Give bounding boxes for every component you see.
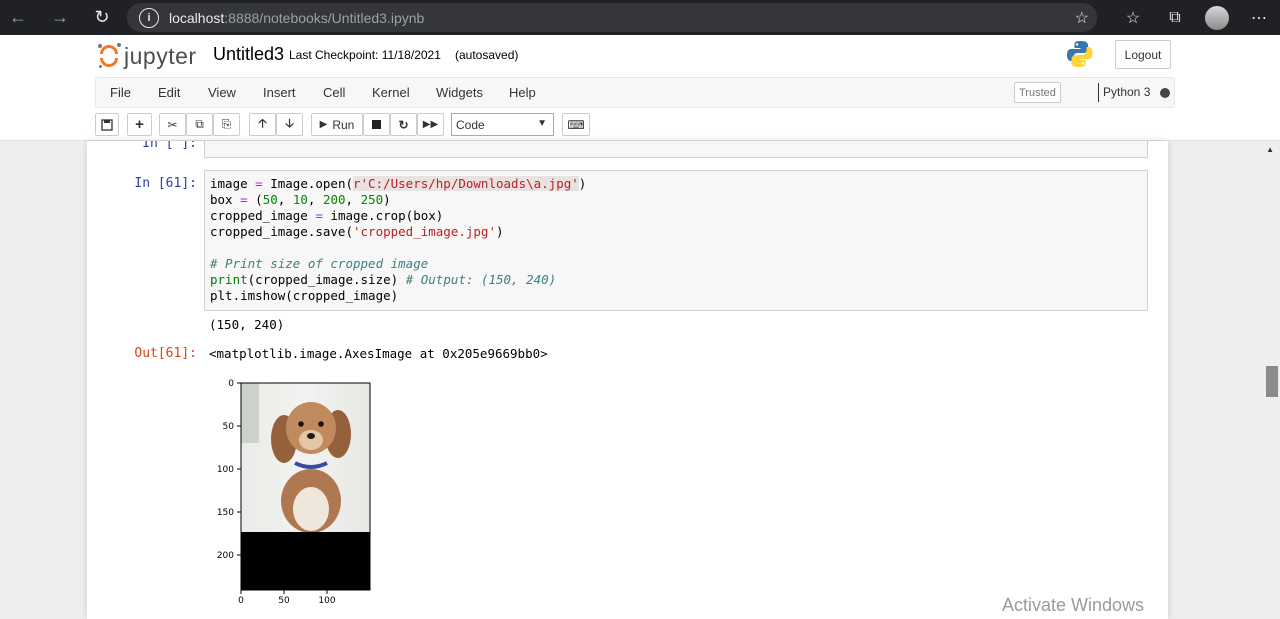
imshow-plot: 0 50 100 150 200 0 50 100: [217, 379, 371, 606]
y-tick-50: 50: [223, 422, 235, 432]
paste-icon: ⎘: [221, 117, 232, 131]
cut-button[interactable]: ✂: [159, 113, 186, 136]
plus-icon: +: [135, 116, 144, 133]
jupyter-header: jupyter Untitled3 Last Checkpoint: 11/18…: [0, 35, 1280, 141]
y-tick-100: 100: [217, 465, 234, 475]
x-tick-100: 100: [318, 596, 335, 606]
autosave-status: (autosaved): [455, 48, 519, 62]
favorites-icon[interactable]: ☆: [1112, 8, 1154, 28]
url-host: localhost: [169, 9, 225, 26]
address-bar[interactable]: i localhost:8888/notebooks/Untitled3.ipy…: [127, 3, 1097, 32]
notebook-container: In [ ]: In [61]: image = Image.open(r'C:…: [87, 141, 1168, 619]
reload-icon[interactable]: ↻: [84, 0, 120, 35]
trusted-indicator[interactable]: Trusted: [1014, 82, 1061, 103]
move-down-button[interactable]: 🡣: [276, 113, 303, 136]
cell-type-value: Code: [456, 117, 485, 132]
paste-button[interactable]: ⎘: [213, 113, 240, 136]
black-padding-region: [241, 532, 370, 590]
logout-button[interactable]: Logout: [1115, 40, 1171, 69]
save-button[interactable]: [95, 113, 119, 136]
save-icon: [101, 118, 113, 131]
run-label: Run: [332, 117, 355, 132]
code-line-3: cropped_image = image.crop(box): [210, 208, 444, 223]
prev-cell-input[interactable]: [204, 141, 1148, 158]
x-tick-0: 0: [238, 596, 244, 606]
stop-icon: [372, 120, 381, 129]
more-menu-icon[interactable]: ⋯: [1238, 8, 1280, 28]
y-tick-0: 0: [228, 379, 234, 389]
x-tick-50: 50: [278, 596, 290, 606]
cell-prompt-out: Out[61]:: [134, 346, 197, 361]
cropped-image: [241, 383, 370, 533]
code-line-4: cropped_image.save('cropped_image.jpg'): [210, 224, 504, 239]
scissors-icon: ✂: [167, 117, 178, 132]
collections-icon[interactable]: ⧉: [1154, 9, 1196, 27]
notebook-title[interactable]: Untitled3: [213, 44, 284, 65]
scroll-up-arrow-icon[interactable]: ▲: [1266, 145, 1274, 154]
logo-text: jupyter: [124, 42, 197, 69]
add-favorite-icon[interactable]: ☆: [1075, 8, 1089, 28]
url-path: :8888/notebooks/Untitled3.ipynb: [224, 9, 425, 26]
menu-view[interactable]: View: [208, 85, 236, 100]
jupyter-logo-icon: [98, 43, 121, 69]
y-tick-200: 200: [217, 551, 234, 561]
code-line-8: plt.imshow(cropped_image): [210, 288, 399, 303]
move-up-button[interactable]: 🡡: [249, 113, 276, 136]
code-cell-input[interactable]: image = Image.open(r'C:/Users/hp/Downloa…: [204, 170, 1148, 311]
python-logo-icon: [1067, 41, 1093, 67]
code-line-2: box = (50, 10, 200, 250): [210, 192, 391, 207]
site-info-icon[interactable]: i: [139, 7, 159, 28]
arrow-up-icon: 🡡: [258, 116, 267, 130]
fast-forward-icon: ▶▶: [422, 119, 439, 130]
restart-button[interactable]: ↻: [390, 113, 417, 136]
insert-cell-button[interactable]: +: [127, 113, 152, 136]
menu-cell[interactable]: Cell: [323, 85, 345, 100]
run-button[interactable]: ▶ Run: [311, 113, 363, 136]
kernel-name[interactable]: Python 3: [1103, 85, 1150, 99]
y-tick-150: 150: [217, 508, 234, 518]
keyboard-icon: ⌨: [567, 117, 585, 132]
play-icon: ▶: [319, 119, 328, 130]
menu-file[interactable]: File: [110, 85, 131, 100]
result-output: <matplotlib.image.AxesImage at 0x205e966…: [209, 346, 548, 361]
forward-icon[interactable]: →: [42, 0, 78, 35]
restart-icon: ↻: [398, 117, 409, 132]
menu-bar: File Edit View Insert Cell Kernel Widget…: [95, 77, 1175, 108]
prev-cell-prompt: In [ ]:: [142, 141, 197, 151]
browser-toolbar: ← → ↻ i localhost:8888/notebooks/Untitle…: [0, 0, 1280, 35]
menu-widgets[interactable]: Widgets: [436, 85, 483, 100]
checkpoint-status: Last Checkpoint: 11/18/2021: [289, 48, 441, 62]
menu-kernel[interactable]: Kernel: [372, 85, 410, 100]
stdout-output: (150, 240): [209, 317, 285, 332]
menu-edit[interactable]: Edit: [158, 85, 180, 100]
code-line-6: # Print size of cropped image: [210, 256, 429, 271]
kernel-status-icon: [1160, 88, 1170, 98]
cell-prompt-in: In [61]:: [134, 176, 197, 191]
menu-help[interactable]: Help: [509, 85, 536, 100]
copy-icon: ⧉: [195, 117, 204, 131]
activate-windows-watermark: Activate Windows: [1002, 595, 1145, 615]
scrollbar-thumb[interactable]: [1266, 366, 1278, 397]
interrupt-button[interactable]: [363, 113, 390, 136]
code-line-1: image = Image.open(r'C:/Users/hp/Downloa…: [210, 176, 587, 191]
menu-insert[interactable]: Insert: [263, 85, 296, 100]
copy-button[interactable]: ⧉: [186, 113, 213, 136]
code-line-7: print(cropped_image.size) # Output: (150…: [210, 272, 557, 287]
arrow-down-icon: 🡣: [285, 116, 294, 130]
kernel-separator: [1098, 83, 1099, 102]
cell-type-select[interactable]: Code ▼: [451, 113, 554, 136]
command-palette-button[interactable]: ⌨: [562, 113, 590, 136]
jupyter-logo[interactable]: jupyter: [98, 41, 197, 71]
chevron-down-icon: ▼: [537, 118, 547, 129]
profile-avatar[interactable]: [1205, 5, 1229, 30]
restart-run-all-button[interactable]: ▶▶: [417, 113, 444, 136]
back-icon[interactable]: ←: [0, 0, 36, 35]
